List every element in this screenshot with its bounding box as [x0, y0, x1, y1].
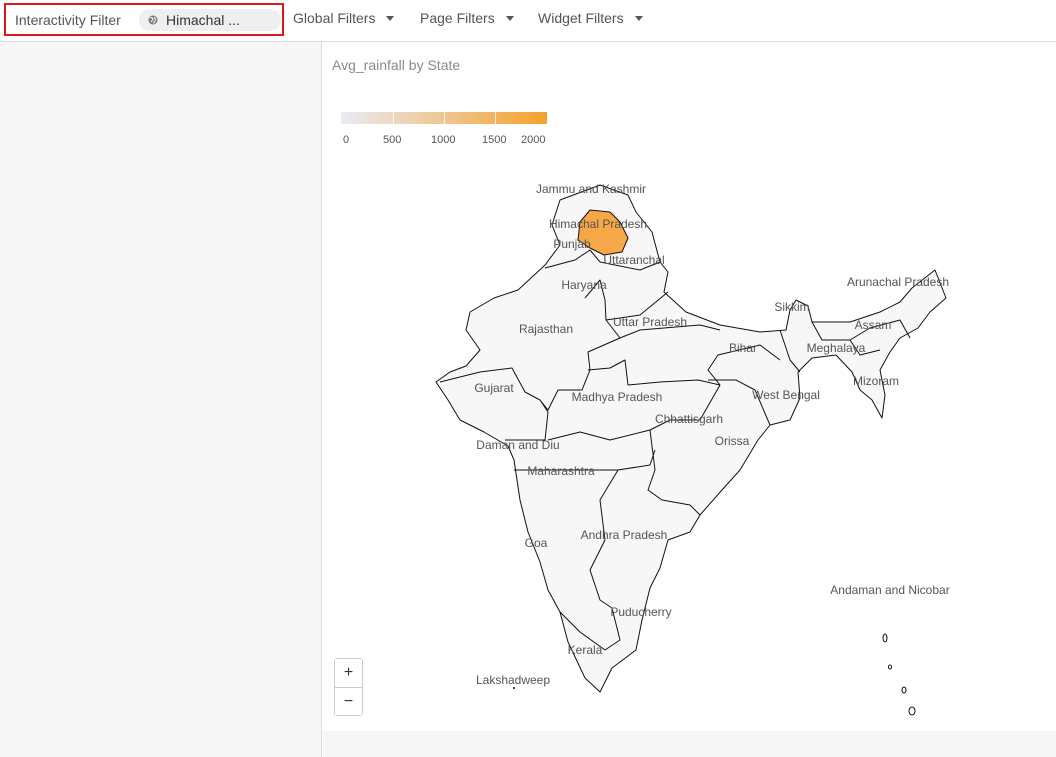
legend-tick: 1000: [431, 134, 456, 146]
map-label-chhattisgarh: Chhattisgarh: [655, 412, 723, 426]
zoom-control: + −: [334, 658, 363, 716]
map-label-orissa: Orissa: [715, 434, 750, 448]
widget-filters-label: Widget Filters: [538, 10, 624, 26]
color-legend: 0 500 1000 1500 2000: [341, 112, 549, 146]
page-filters-label: Page Filters: [420, 10, 495, 26]
zoom-in-button[interactable]: +: [335, 659, 362, 687]
map-label-andhra-pradesh: Andhra Pradesh: [581, 528, 668, 542]
andaman-nicobar-islands: [882, 633, 916, 716]
map-label-kerala: Kerala: [568, 643, 603, 657]
map-label-himachal-pradesh: Himachal Pradesh: [549, 217, 647, 231]
map-label-bihar: Bihar: [729, 341, 757, 355]
map-label-andaman-and-nicobar: Andaman and Nicobar: [830, 583, 949, 597]
map-label-punjab: Punjab: [553, 237, 591, 251]
map-label-goa: Goa: [525, 536, 548, 550]
map-label-madhya-pradesh: Madhya Pradesh: [572, 390, 663, 404]
map-label-uttaranchal: Uttaranchal: [603, 253, 664, 267]
left-panel: [0, 42, 322, 757]
chevron-down-icon: [386, 15, 395, 21]
map-label-meghalaya: Meghalaya: [807, 341, 866, 355]
map-label-sikkim: Sikkim: [774, 300, 809, 314]
legend-gradient-bar: [341, 112, 547, 124]
lakshadweep-island: [513, 687, 515, 689]
map-label-assam: Assam: [855, 318, 892, 332]
widget-filters-menu[interactable]: Widget Filters: [538, 10, 643, 26]
map-label-jammu-and-kashmir: Jammu and Kashmir: [536, 182, 646, 196]
map-label-haryana: Haryana: [561, 278, 607, 292]
map-label-west-bengal: West Bengal: [752, 388, 820, 402]
globe-icon: [148, 15, 158, 25]
zoom-out-button[interactable]: −: [335, 687, 362, 715]
map-label-arunachal-pradesh: Arunachal Pradesh: [847, 275, 949, 289]
map-label-lakshadweep: Lakshadweep: [476, 673, 550, 687]
map-label-gujarat: Gujarat: [474, 381, 514, 395]
interactivity-filter-value: Himachal ...: [166, 12, 240, 28]
interactivity-filter-chip[interactable]: Himachal ...: [139, 9, 281, 31]
map-widget: Jammu and Kashmir Himachal Pradesh Punjab U…: [323, 42, 1056, 731]
interactivity-filter[interactable]: Interactivity Filter Himachal ...: [4, 3, 284, 36]
map-label-rajasthan: Rajasthan: [519, 322, 573, 336]
footer-area: [323, 731, 1056, 757]
chevron-down-icon: [634, 15, 643, 21]
legend-tick: 2000: [521, 134, 546, 146]
widget-title: Avg_rainfall by State: [332, 57, 461, 73]
legend-tick: 0: [343, 134, 350, 146]
legend-tick: 500: [383, 134, 402, 146]
map-label-maharashtra: Maharashtra: [527, 464, 595, 478]
filter-bar: Interactivity Filter Himachal ... Global…: [0, 0, 1056, 42]
map-label-mizoram: Mizoram: [853, 374, 899, 388]
map-label-daman-and-diu: Daman and Diu: [476, 438, 559, 452]
chevron-down-icon: [505, 15, 514, 21]
global-filters-menu[interactable]: Global Filters: [293, 10, 395, 26]
map-label-puducherry: Puducherry: [610, 605, 671, 619]
legend-tick: 1500: [482, 134, 507, 146]
page-filters-menu[interactable]: Page Filters: [420, 10, 514, 26]
interactivity-filter-label: Interactivity Filter: [15, 11, 121, 28]
map-label-uttar-pradesh: Uttar Pradesh: [613, 315, 687, 329]
global-filters-label: Global Filters: [293, 10, 376, 26]
